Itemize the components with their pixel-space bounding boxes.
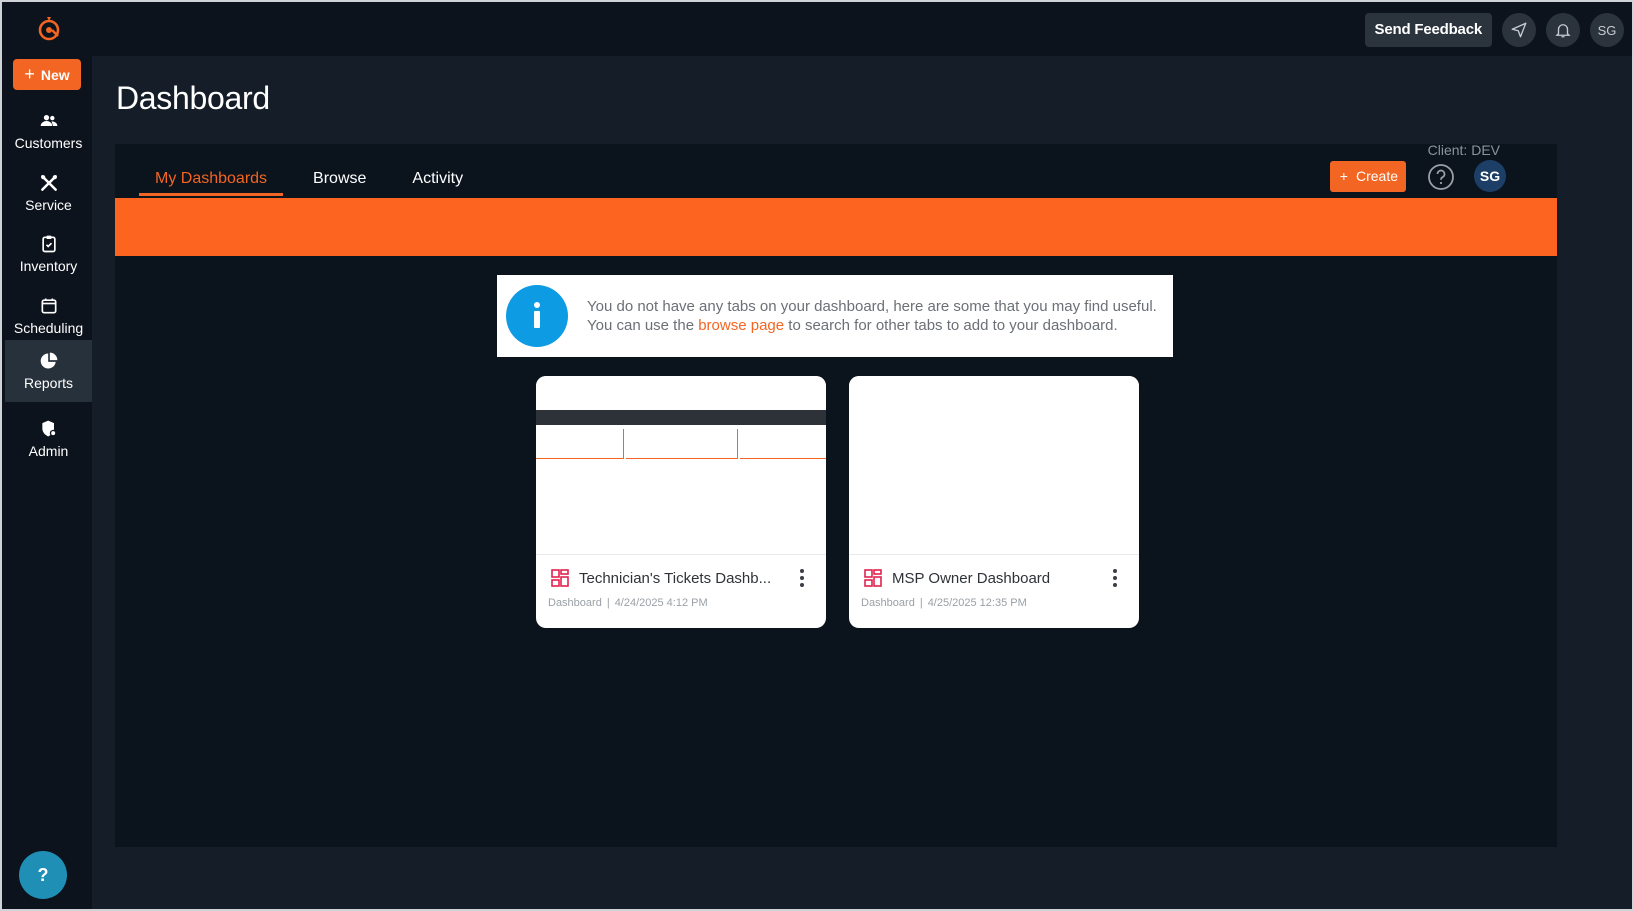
thumbnail-cell bbox=[740, 429, 826, 459]
sidebar-item-scheduling[interactable]: Scheduling bbox=[5, 285, 92, 347]
create-button[interactable]: + Create bbox=[1329, 161, 1406, 192]
info-icon bbox=[506, 285, 568, 347]
tab-my-dashboards[interactable]: My Dashboards bbox=[139, 162, 284, 196]
new-button-label: New bbox=[40, 66, 70, 83]
info-line-2: You can use the browse page to search fo… bbox=[587, 316, 1157, 335]
info-line-2-prefix: You can use the bbox=[587, 317, 699, 334]
card-date: 4/25/2025 12:35 PM bbox=[927, 597, 1027, 609]
thumbnail-cell bbox=[536, 429, 624, 459]
thumbnail-header-bar bbox=[536, 410, 826, 425]
card-meta: Dashboard | 4/24/2025 4:12 PM bbox=[548, 597, 708, 609]
tab-browse[interactable]: Browse bbox=[297, 162, 382, 196]
help-button[interactable]: ? bbox=[19, 851, 67, 899]
sidebar-item-customers[interactable]: Customers bbox=[5, 100, 92, 162]
more-vertical-icon[interactable] bbox=[792, 567, 812, 589]
card-footer: MSP Owner Dashboard Dashboard | 4/25/2025 … bbox=[849, 554, 1139, 628]
plus-icon: + bbox=[1339, 168, 1348, 184]
notifications-bell-icon[interactable] bbox=[1546, 13, 1580, 47]
help-circle-icon[interactable] bbox=[1427, 163, 1455, 191]
create-button-label: Create bbox=[1355, 168, 1398, 184]
tools-icon bbox=[40, 175, 57, 191]
clipboard-check-icon bbox=[41, 235, 56, 253]
sidebar-item-label: Reports bbox=[23, 375, 74, 391]
thumbnail-cell bbox=[626, 429, 738, 459]
admin-shield-icon bbox=[41, 420, 56, 437]
app-logo-icon[interactable] bbox=[34, 14, 64, 44]
dashboard-tabs: My Dashboards Browse Activity bbox=[139, 162, 493, 196]
sidebar-item-inventory[interactable]: Inventory bbox=[5, 223, 92, 285]
info-text: You do not have any tabs on your dashboa… bbox=[587, 297, 1157, 335]
page-title: Dashboard bbox=[116, 80, 270, 116]
meta-separator: | bbox=[919, 597, 923, 609]
info-line-2-suffix: to search for other tabs to add to your … bbox=[784, 317, 1118, 334]
browse-page-link[interactable]: browse page bbox=[698, 317, 784, 334]
sidebar: + New Customers Service Inventory Schedu… bbox=[2, 56, 92, 909]
send-feedback-button[interactable]: Send Feedback bbox=[1364, 13, 1492, 47]
meta-separator: | bbox=[606, 597, 610, 609]
dashboard-grid-icon bbox=[864, 569, 882, 587]
send-icon[interactable] bbox=[1502, 13, 1536, 47]
card-date: 4/24/2025 4:12 PM bbox=[614, 597, 708, 609]
sidebar-item-admin[interactable]: Admin bbox=[5, 408, 92, 470]
card-type: Dashboard bbox=[861, 597, 915, 609]
info-message: You do not have any tabs on your dashboa… bbox=[497, 275, 1173, 357]
plus-icon: + bbox=[24, 64, 35, 84]
sidebar-item-label: Admin bbox=[28, 443, 69, 459]
dashboard-panel: Client: DEV My Dashboards Browse Activit… bbox=[115, 142, 1557, 847]
calendar-icon bbox=[41, 298, 56, 314]
avatar[interactable]: SG bbox=[1474, 160, 1506, 192]
user-avatar-button[interactable]: SG bbox=[1590, 13, 1624, 47]
dashboard-grid-icon bbox=[551, 569, 569, 587]
card-type: Dashboard bbox=[548, 597, 602, 609]
sidebar-item-label: Customers bbox=[14, 135, 83, 151]
people-icon bbox=[40, 115, 57, 126]
app-window: Send Feedback SG + New Customers Service… bbox=[0, 0, 1634, 911]
dashboard-card[interactable]: MSP Owner Dashboard Dashboard | 4/25/2025 … bbox=[849, 376, 1139, 628]
top-bar: Send Feedback SG bbox=[2, 2, 1632, 56]
tab-activity[interactable]: Activity bbox=[396, 162, 479, 196]
sidebar-item-reports[interactable]: Reports bbox=[5, 340, 92, 402]
sidebar-item-service[interactable]: Service bbox=[5, 162, 92, 224]
card-title[interactable]: MSP Owner Dashboard bbox=[892, 569, 1092, 588]
dashboard-thumbnail bbox=[536, 376, 826, 554]
card-meta: Dashboard | 4/25/2025 12:35 PM bbox=[861, 597, 1027, 609]
new-button[interactable]: + New bbox=[13, 59, 81, 90]
more-vertical-icon[interactable] bbox=[1105, 567, 1125, 589]
card-footer: Technician's Tickets Dashb... Dashboard |… bbox=[536, 554, 826, 628]
header-banner bbox=[115, 198, 1557, 256]
sidebar-item-label: Service bbox=[25, 197, 72, 213]
sidebar-item-label: Scheduling bbox=[13, 320, 84, 336]
dashboard-card[interactable]: Technician's Tickets Dashb... Dashboard |… bbox=[536, 376, 826, 628]
dashboard-thumbnail bbox=[849, 376, 1139, 554]
client-label: Client: DEV bbox=[1427, 142, 1500, 158]
pie-chart-icon bbox=[40, 352, 57, 369]
sidebar-item-label: Inventory bbox=[19, 258, 78, 274]
main-content: Dashboard Client: DEV My Dashboards Brow… bbox=[92, 56, 1632, 909]
card-title[interactable]: Technician's Tickets Dashb... bbox=[579, 569, 779, 588]
info-line-1: You do not have any tabs on your dashboa… bbox=[587, 298, 1157, 315]
